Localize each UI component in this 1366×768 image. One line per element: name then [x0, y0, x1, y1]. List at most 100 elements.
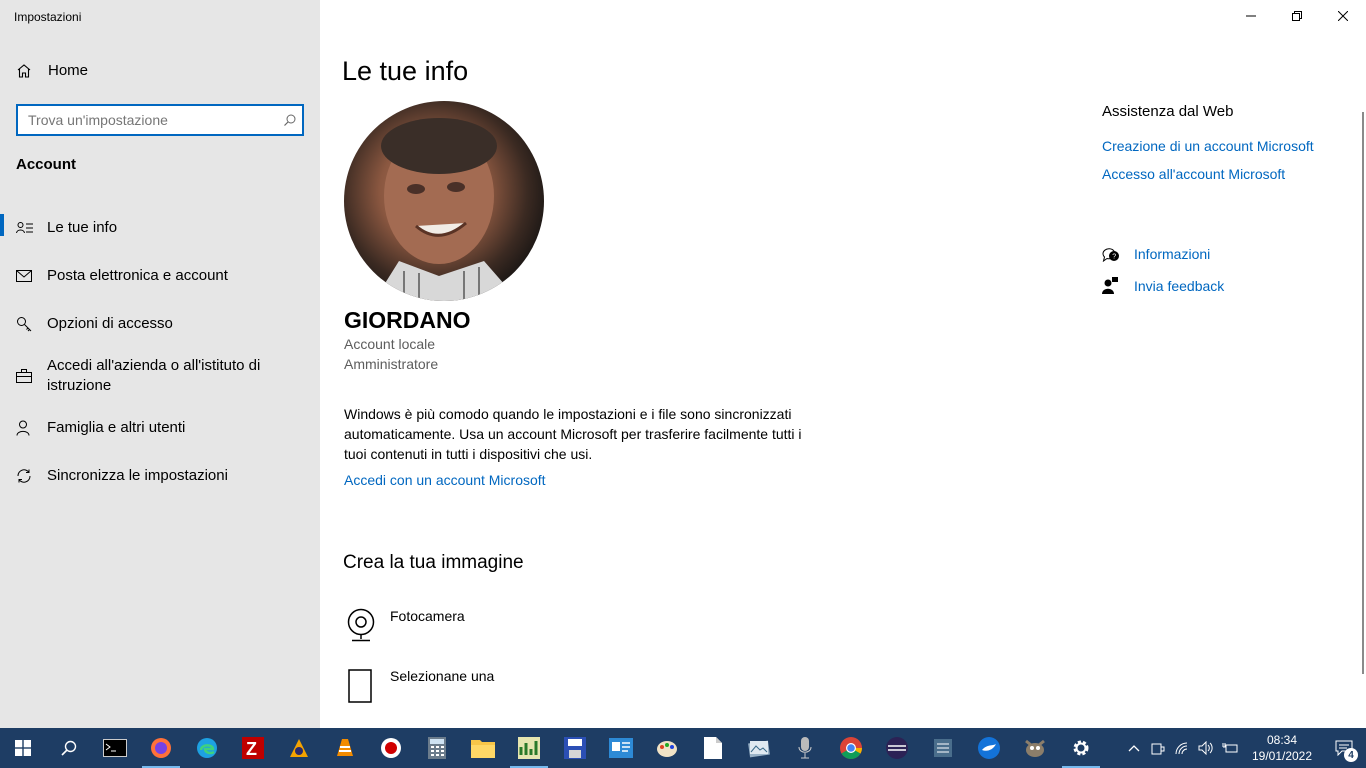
firefox-icon: [151, 738, 171, 758]
start-button[interactable]: [0, 728, 46, 768]
device-icon: [1151, 743, 1165, 755]
browse-option[interactable]: Selezionane una: [346, 668, 494, 707]
edge-icon: [197, 738, 217, 758]
search-input[interactable]: [18, 106, 278, 134]
taskbar-app-paint[interactable]: [644, 728, 690, 768]
taskbar-app-notes[interactable]: [920, 728, 966, 768]
taskbar-app-recorder[interactable]: [368, 728, 414, 768]
info-link[interactable]: ? Informazioni: [1102, 238, 1362, 270]
taskbar-search-button[interactable]: [46, 728, 92, 768]
taskbar-app-explorer[interactable]: [460, 728, 506, 768]
taskbar-app-terminal[interactable]: [92, 728, 138, 768]
home-label: Home: [48, 62, 89, 79]
search-icon: [61, 740, 77, 756]
search-icon[interactable]: [278, 113, 302, 127]
photos-icon: [748, 740, 770, 758]
filezilla-icon: Z: [242, 737, 264, 759]
main-content: Le tue info GIORDANO Account locale Ammi…: [320, 0, 1366, 728]
sidebar-item-sync[interactable]: Sincronizza le impostazioni: [0, 452, 320, 500]
scrollbar[interactable]: [1362, 112, 1364, 674]
taskbar-app-chart[interactable]: [506, 728, 552, 768]
windows-icon: [15, 740, 31, 756]
eclipse-icon: [886, 737, 908, 759]
browse-label: Selezionane una: [390, 668, 495, 684]
sidebar-item-work-school[interactable]: Accedi all'azienda o all'istituto di ist…: [0, 348, 320, 404]
sync-description: Windows è più comodo quando le impostazi…: [344, 406, 802, 462]
sidebar-item-label: Sincronizza le impostazioni: [47, 467, 228, 484]
sidebar-nav: Le tue info Posta elettronica e account …: [0, 204, 320, 500]
taskbar-app-chrome[interactable]: [828, 728, 874, 768]
taskbar-app-gallery[interactable]: [736, 728, 782, 768]
info-label: Informazioni: [1134, 246, 1211, 262]
access-account-link[interactable]: Accesso all'account Microsoft: [1102, 166, 1362, 184]
create-account-link[interactable]: Creazione di un account Microsoft: [1102, 138, 1362, 156]
svg-text:?: ?: [1112, 254, 1116, 261]
account-type: Account locale: [344, 336, 436, 352]
tray-battery[interactable]: [1218, 728, 1242, 768]
wifi-icon: [1175, 742, 1188, 755]
action-center-button[interactable]: 4: [1322, 728, 1366, 768]
gimp-icon: [1025, 739, 1045, 757]
feedback-icon: [1102, 277, 1134, 295]
document-icon: [346, 668, 390, 707]
briefcase-icon: [16, 369, 47, 383]
chat-help-icon: ?: [1102, 246, 1134, 262]
taskbar-clock[interactable]: 08:34 19/01/2022: [1242, 732, 1322, 764]
svg-text:Z: Z: [246, 739, 257, 759]
tray-volume[interactable]: [1194, 728, 1218, 768]
camera-icon: [346, 608, 390, 645]
feedback-label: Invia feedback: [1134, 278, 1225, 294]
sync-icon: [16, 468, 47, 484]
user-name: GIORDANO: [344, 307, 471, 333]
taskbar-app-eclipse[interactable]: [874, 728, 920, 768]
camera-option[interactable]: Fotocamera: [346, 608, 465, 645]
help-panel: Assistenza dal Web Creazione di un accou…: [1102, 100, 1362, 302]
taskbar-app-gimp[interactable]: [1012, 728, 1058, 768]
taskbar-app-calculator[interactable]: [414, 728, 460, 768]
account-role: Amministratore: [344, 356, 439, 372]
sidebar-item-email[interactable]: Posta elettronica e account: [0, 252, 320, 300]
signin-microsoft-link[interactable]: Accedi con un account Microsoft: [344, 472, 546, 488]
window-title: Impostazioni: [14, 10, 82, 24]
home-button[interactable]: Home: [16, 62, 88, 79]
sidebar-item-family[interactable]: Famiglia e altri utenti: [0, 404, 320, 452]
tray-network[interactable]: [1170, 728, 1194, 768]
taskbar-app-contacts[interactable]: [598, 728, 644, 768]
person-info-icon: [16, 221, 47, 235]
terminal-icon: [103, 739, 127, 757]
sidebar-item-your-info[interactable]: Le tue info: [0, 204, 320, 252]
notes-icon: [934, 739, 952, 757]
tray-overflow-button[interactable]: [1122, 728, 1146, 768]
sidebar-item-signin-options[interactable]: Opzioni di accesso: [0, 300, 320, 348]
taskbar-app-player[interactable]: [276, 728, 322, 768]
power-plug-icon: [1222, 743, 1238, 753]
record-icon: [381, 738, 401, 758]
taskbar-app-microphone[interactable]: [782, 728, 828, 768]
volume-icon: [1198, 741, 1213, 755]
floppy-icon: [564, 737, 586, 759]
key-icon: [16, 316, 47, 332]
taskbar-app-thunderbird[interactable]: [966, 728, 1012, 768]
create-picture-heading: Crea la tua immagine: [343, 552, 524, 573]
taskbar-app-vlc[interactable]: [322, 728, 368, 768]
person-add-icon: [16, 420, 47, 436]
paint-icon: [657, 741, 677, 757]
sidebar-item-label: Famiglia e altri utenti: [47, 419, 186, 436]
clock-date: 19/01/2022: [1251, 749, 1313, 763]
sidebar-item-label: Accedi all'azienda o all'istituto di ist…: [47, 357, 261, 394]
settings-search[interactable]: [16, 104, 304, 136]
tray-device-icon[interactable]: [1146, 728, 1170, 768]
help-heading: Assistenza dal Web: [1102, 103, 1234, 120]
chart-app-icon: [518, 737, 540, 759]
taskbar-app-edge[interactable]: [184, 728, 230, 768]
notification-badge: 4: [1344, 748, 1358, 762]
taskbar-app-settings[interactable]: [1058, 728, 1104, 768]
taskbar-app-filezilla[interactable]: Z: [230, 728, 276, 768]
contacts-icon: [609, 738, 633, 758]
clock-time: 08:34: [1266, 733, 1298, 747]
taskbar-app-firefox[interactable]: [138, 728, 184, 768]
taskbar-app-notepad[interactable]: [690, 728, 736, 768]
media-player-icon: [290, 739, 308, 757]
taskbar-app-save[interactable]: [552, 728, 598, 768]
feedback-link[interactable]: Invia feedback: [1102, 270, 1362, 302]
